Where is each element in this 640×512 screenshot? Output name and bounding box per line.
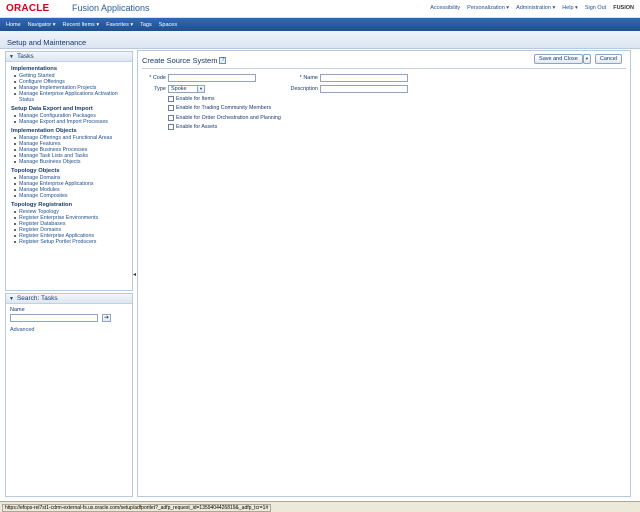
main-title-wrap: Create Source System ? [142, 56, 227, 65]
task-link[interactable]: Manage Export and Import Processes [11, 119, 132, 125]
enable-oop-label: Enable for Order Orchestration and Plann… [176, 115, 281, 121]
section-title: Topology Registration [11, 202, 73, 208]
type-select[interactable]: Spoke ▼ [168, 85, 205, 93]
code-label: * Code [149, 75, 166, 81]
tasks-panel: ▼ Tasks Implementations Getting Started … [5, 51, 133, 291]
advanced-search-link[interactable]: Advanced [10, 327, 132, 333]
tasks-panel-header[interactable]: ▼ Tasks [6, 52, 132, 62]
description-label: Description [290, 86, 318, 92]
enable-tcm-row: Enable for Trading Community Members [168, 105, 271, 111]
nav-home[interactable]: Home [6, 22, 21, 28]
sign-out-link[interactable]: Sign Out [585, 5, 606, 11]
task-link[interactable]: Manage Business Objects [11, 159, 132, 165]
help-icon[interactable]: ? [219, 57, 227, 64]
cancel-button[interactable]: Cancel [594, 54, 622, 64]
app-name: Fusion Applications [72, 3, 150, 13]
type-label: Type [154, 86, 166, 92]
status-url: https://efops-rel7st1-cdrm-external-fs.u… [2, 504, 272, 512]
collapse-triangle-icon[interactable]: ▼ [9, 296, 14, 302]
nav-favorites[interactable]: Favorites ▾ [106, 22, 133, 28]
section-title: Topology Objects [11, 168, 60, 174]
main-nav: Home Navigator ▾ Recent Items ▾ Favorite… [0, 18, 640, 31]
enable-items-label: Enable for Items [176, 96, 215, 102]
task-list: Review Topology Register Enterprise Envi… [11, 209, 132, 245]
search-row: ➔ [10, 314, 132, 322]
search-input[interactable] [10, 314, 98, 322]
page-header: Setup and Maintenance [0, 31, 640, 49]
section-title: Implementations [11, 66, 58, 72]
search-panel-header[interactable]: ▼ Search: Tasks [6, 294, 132, 304]
search-panel-title: Search: Tasks [16, 295, 58, 302]
nav-recent-items[interactable]: Recent Items ▾ [63, 22, 100, 28]
main-header: Create Source System ? Save and Close ▼ … [138, 51, 630, 67]
enable-assets-row: Enable for Assets [168, 124, 217, 130]
type-select-value: Spoke [171, 86, 187, 92]
nav-tags[interactable]: Tags [140, 22, 152, 28]
arrow-right-icon[interactable]: ➔ [102, 314, 111, 322]
search-panel-body: Name ➔ Advanced [6, 304, 132, 333]
collapse-triangle-icon[interactable]: ▼ [9, 54, 14, 60]
task-link[interactable]: Manage Enterprise Applications Activatio… [11, 91, 132, 103]
global-links: Accessibility Personalization ▾ Administ… [430, 5, 634, 11]
global-header: ORACLE Fusion Applications Accessibility… [0, 0, 640, 18]
panel-splitter-handle[interactable]: ◂ [133, 271, 136, 278]
section-title: Implementation Objects [11, 128, 77, 134]
description-field[interactable] [320, 85, 408, 93]
name-field[interactable] [320, 74, 408, 82]
enable-oop-row: Enable for Order Orchestration and Plann… [168, 115, 281, 121]
action-buttons: Save and Close ▼ Cancel [534, 54, 622, 64]
enable-assets-label: Enable for Assets [176, 124, 218, 130]
user-label: FUSION [613, 5, 634, 11]
nav-spaces[interactable]: Spaces [159, 22, 177, 28]
accessibility-link[interactable]: Accessibility [430, 5, 460, 11]
personalization-menu[interactable]: Personalization ▾ [467, 5, 509, 11]
save-and-close-button[interactable]: Save and Close [534, 54, 583, 64]
tasks-panel-body: Implementations Getting Started Configur… [6, 62, 132, 245]
main-title: Create Source System [142, 56, 218, 65]
chevron-down-icon[interactable]: ▼ [197, 86, 204, 92]
section-title: Setup Data Export and Import [11, 106, 93, 112]
enable-items-checkbox[interactable] [168, 96, 174, 102]
page-title: Setup and Maintenance [7, 38, 87, 47]
enable-items-row: Enable for Items [168, 96, 215, 102]
search-tasks-panel: ▼ Search: Tasks Name ➔ Advanced [5, 293, 133, 497]
tasks-panel-title: Tasks [16, 53, 34, 60]
enable-oop-checkbox[interactable] [168, 115, 174, 121]
enable-tcm-checkbox[interactable] [168, 105, 174, 111]
task-link[interactable]: Register Setup Portlet Producers [11, 239, 132, 245]
task-link[interactable]: Manage Composites [11, 193, 132, 199]
enable-tcm-label: Enable for Trading Community Members [176, 105, 272, 111]
name-label: * Name [299, 75, 318, 81]
enable-assets-checkbox[interactable] [168, 124, 174, 130]
header-divider [142, 68, 626, 69]
task-list: Manage Offerings and Functional Areas Ma… [11, 135, 132, 165]
oracle-logo: ORACLE [6, 3, 50, 14]
create-source-system-panel: Create Source System ? Save and Close ▼ … [137, 50, 631, 497]
administration-menu[interactable]: Administration ▾ [516, 5, 555, 11]
help-menu[interactable]: Help ▾ [562, 5, 578, 11]
browser-status-bar: https://efops-rel7st1-cdrm-external-fs.u… [0, 501, 640, 512]
task-list: Getting Started Configure Offerings Mana… [11, 73, 132, 103]
nav-navigator[interactable]: Navigator ▾ [28, 22, 56, 28]
save-options-dropdown-icon[interactable]: ▼ [582, 54, 591, 64]
task-list: Manage Configuration Packages Manage Exp… [11, 113, 132, 125]
save-close-group: Save and Close ▼ [534, 54, 591, 64]
code-field[interactable] [168, 74, 256, 82]
name-label: Name [10, 307, 25, 313]
task-list: Manage Domains Manage Enterprise Applica… [11, 175, 132, 199]
